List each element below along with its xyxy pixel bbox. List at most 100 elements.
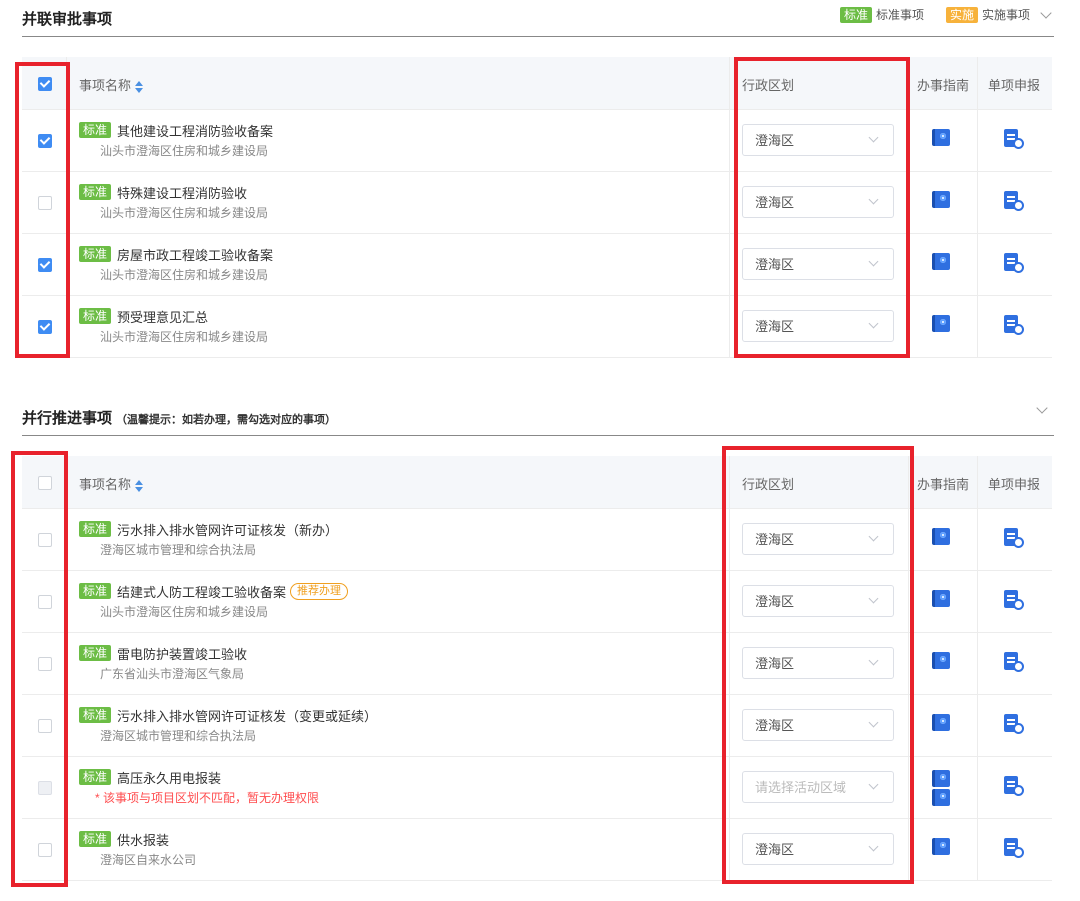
column-header-report: 单项申报 — [987, 78, 1040, 93]
region-select[interactable]: 请选择活动区域 — [742, 771, 894, 803]
report-add-icon[interactable] — [1004, 838, 1024, 860]
row-checkbox[interactable] — [38, 595, 52, 609]
region-select[interactable]: 澄海区 — [742, 310, 894, 342]
sort-icon[interactable] — [135, 80, 144, 93]
report-add-icon[interactable] — [1004, 191, 1024, 213]
chevron-down-icon — [868, 779, 879, 790]
mismatch-warning: * 该事项与项目区划不匹配，暂无办理权限 — [95, 791, 320, 805]
row-checkbox[interactable] — [38, 134, 52, 148]
guide-book-icon[interactable] — [932, 253, 950, 275]
table-row: 标准 供水报装 澄海区自来水公司 澄海区 — [22, 818, 1052, 881]
report-add-icon[interactable] — [1004, 652, 1024, 674]
item-name-cell: 标准 污水排入排水管网许可证核发（变更或延续） 澄海区城市管理和综合执法局 — [79, 706, 729, 744]
legend: 标准 标准事项 实施 实施事项 — [839, 6, 1054, 23]
table-row: 标准 预受理意见汇总 汕头市澄海区住房和城乡建设局 澄海区 — [22, 295, 1052, 358]
item-name: 房屋市政工程竣工验收备案 — [117, 247, 274, 263]
standard-tag: 标准 — [79, 831, 112, 847]
section-title: 并联审批事项 — [22, 10, 113, 28]
item-name: 污水排入排水管网许可证核发（变更或延续） — [117, 708, 378, 724]
standard-tag: 标准 — [79, 521, 112, 537]
report-add-icon[interactable] — [1004, 129, 1024, 151]
guide-book-icon[interactable] — [932, 528, 950, 550]
chevron-down-icon — [868, 593, 879, 604]
chevron-down-icon — [868, 256, 879, 267]
item-department: 澄海区城市管理和综合执法局 — [100, 729, 257, 743]
row-checkbox[interactable] — [38, 196, 52, 210]
chevron-down-icon — [868, 531, 879, 542]
chevron-down-icon — [868, 717, 879, 728]
region-select[interactable]: 澄海区 — [742, 585, 894, 617]
report-add-icon[interactable] — [1004, 253, 1024, 275]
chevron-down-icon — [868, 132, 879, 143]
item-name-cell: 标准 其他建设工程消防验收备案 汕头市澄海区住房和城乡建设局 — [79, 121, 729, 159]
standard-tag: 标准 — [79, 583, 112, 599]
chevron-down-icon — [868, 841, 879, 852]
table-row: 标准 房屋市政工程竣工验收备案 汕头市澄海区住房和城乡建设局 澄海区 — [22, 233, 1052, 295]
guide-book-icon[interactable] — [932, 652, 950, 674]
legend-implement-tag: 实施 — [945, 6, 978, 23]
row-checkbox[interactable] — [38, 843, 52, 857]
item-department: 澄海区自来水公司 — [100, 853, 197, 867]
report-add-icon[interactable] — [1004, 590, 1024, 612]
row-checkbox[interactable] — [38, 320, 52, 334]
chevron-down-icon — [868, 194, 879, 205]
guide-book-icon[interactable] — [932, 838, 950, 860]
report-add-icon[interactable] — [1004, 528, 1024, 550]
item-name-cell: 标准 房屋市政工程竣工验收备案 汕头市澄海区住房和城乡建设局 — [79, 245, 729, 283]
guide-book-icon[interactable] — [932, 315, 950, 337]
item-name: 高压永久用电报装 — [117, 770, 222, 786]
guide-book-icon[interactable] — [932, 590, 950, 612]
section-hint: （温馨提示：如若办理，需勾选对应的事项） — [116, 413, 337, 426]
item-name-cell: 标准 特殊建设工程消防验收 汕头市澄海区住房和城乡建设局 — [79, 183, 729, 221]
standard-tag: 标准 — [79, 769, 112, 785]
region-select[interactable]: 澄海区 — [742, 248, 894, 280]
row-checkbox[interactable] — [38, 657, 52, 671]
item-name: 预受理意见汇总 — [117, 309, 209, 325]
item-department: 汕头市澄海区住房和城乡建设局 — [100, 605, 269, 619]
report-add-icon[interactable] — [1004, 714, 1024, 736]
row-checkbox-disabled — [38, 781, 52, 795]
item-name: 结建式人防工程竣工验收备案 — [117, 584, 287, 600]
chevron-down-icon[interactable] — [1036, 402, 1048, 414]
region-select[interactable]: 澄海区 — [742, 523, 894, 555]
report-add-icon[interactable] — [1004, 776, 1024, 798]
report-add-icon[interactable] — [1004, 315, 1024, 337]
guide-book-icon[interactable] — [932, 770, 950, 806]
column-header-region: 行政区划 — [742, 477, 795, 492]
table-row: 标准 雷电防护装置竣工验收 广东省汕头市澄海区气象局 澄海区 — [22, 632, 1052, 694]
region-select[interactable]: 澄海区 — [742, 647, 894, 679]
legend-standard-text: 标准事项 — [875, 8, 924, 22]
standard-tag: 标准 — [79, 645, 112, 661]
region-select[interactable]: 澄海区 — [742, 124, 894, 156]
column-header-name[interactable]: 事项名称 — [79, 75, 144, 94]
select-all-checkbox[interactable] — [38, 77, 52, 91]
guide-book-icon[interactable] — [932, 129, 950, 151]
standard-tag: 标准 — [79, 308, 112, 324]
sort-icon[interactable] — [135, 479, 144, 492]
legend-standard-tag: 标准 — [839, 6, 872, 23]
region-select[interactable]: 澄海区 — [742, 833, 894, 865]
region-select[interactable]: 澄海区 — [742, 709, 894, 741]
row-checkbox[interactable] — [38, 719, 52, 733]
row-checkbox[interactable] — [38, 533, 52, 547]
chevron-down-icon[interactable] — [1040, 6, 1052, 19]
column-header-name[interactable]: 事项名称 — [79, 474, 144, 493]
table-row: 标准 污水排入排水管网许可证核发（变更或延续） 澄海区城市管理和综合执法局 澄海区 — [22, 694, 1052, 756]
column-header-guide: 办事指南 — [916, 477, 969, 492]
table-row: 标准 污水排入排水管网许可证核发（新办） 澄海区城市管理和综合执法局 澄海区 — [22, 508, 1052, 570]
item-department: 汕头市澄海区住房和城乡建设局 — [100, 330, 269, 344]
row-checkbox[interactable] — [38, 258, 52, 272]
item-name-cell: 标准 雷电防护装置竣工验收 广东省汕头市澄海区气象局 — [79, 644, 729, 682]
column-header-region: 行政区划 — [742, 78, 795, 93]
item-name-cell: 标准 高压永久用电报装 * 该事项与项目区划不匹配，暂无办理权限 — [79, 768, 729, 806]
item-department: 澄海区城市管理和综合执法局 — [100, 543, 257, 557]
region-select[interactable]: 澄海区 — [742, 186, 894, 218]
guide-book-icon[interactable] — [932, 191, 950, 213]
select-all-checkbox[interactable] — [38, 476, 52, 490]
table-row: 标准 高压永久用电报装 * 该事项与项目区划不匹配，暂无办理权限 请选择活动区域 — [22, 756, 1052, 818]
item-name: 雷电防护装置竣工验收 — [117, 646, 248, 662]
item-name: 特殊建设工程消防验收 — [117, 185, 248, 201]
guide-book-icon[interactable] — [932, 714, 950, 736]
item-department: 汕头市澄海区住房和城乡建设局 — [100, 268, 269, 282]
parallel-progress-table: 事项名称 行政区划 办事指南 单项申报 标准 污水排入排水管网许可证核发（新办） … — [22, 456, 1052, 881]
